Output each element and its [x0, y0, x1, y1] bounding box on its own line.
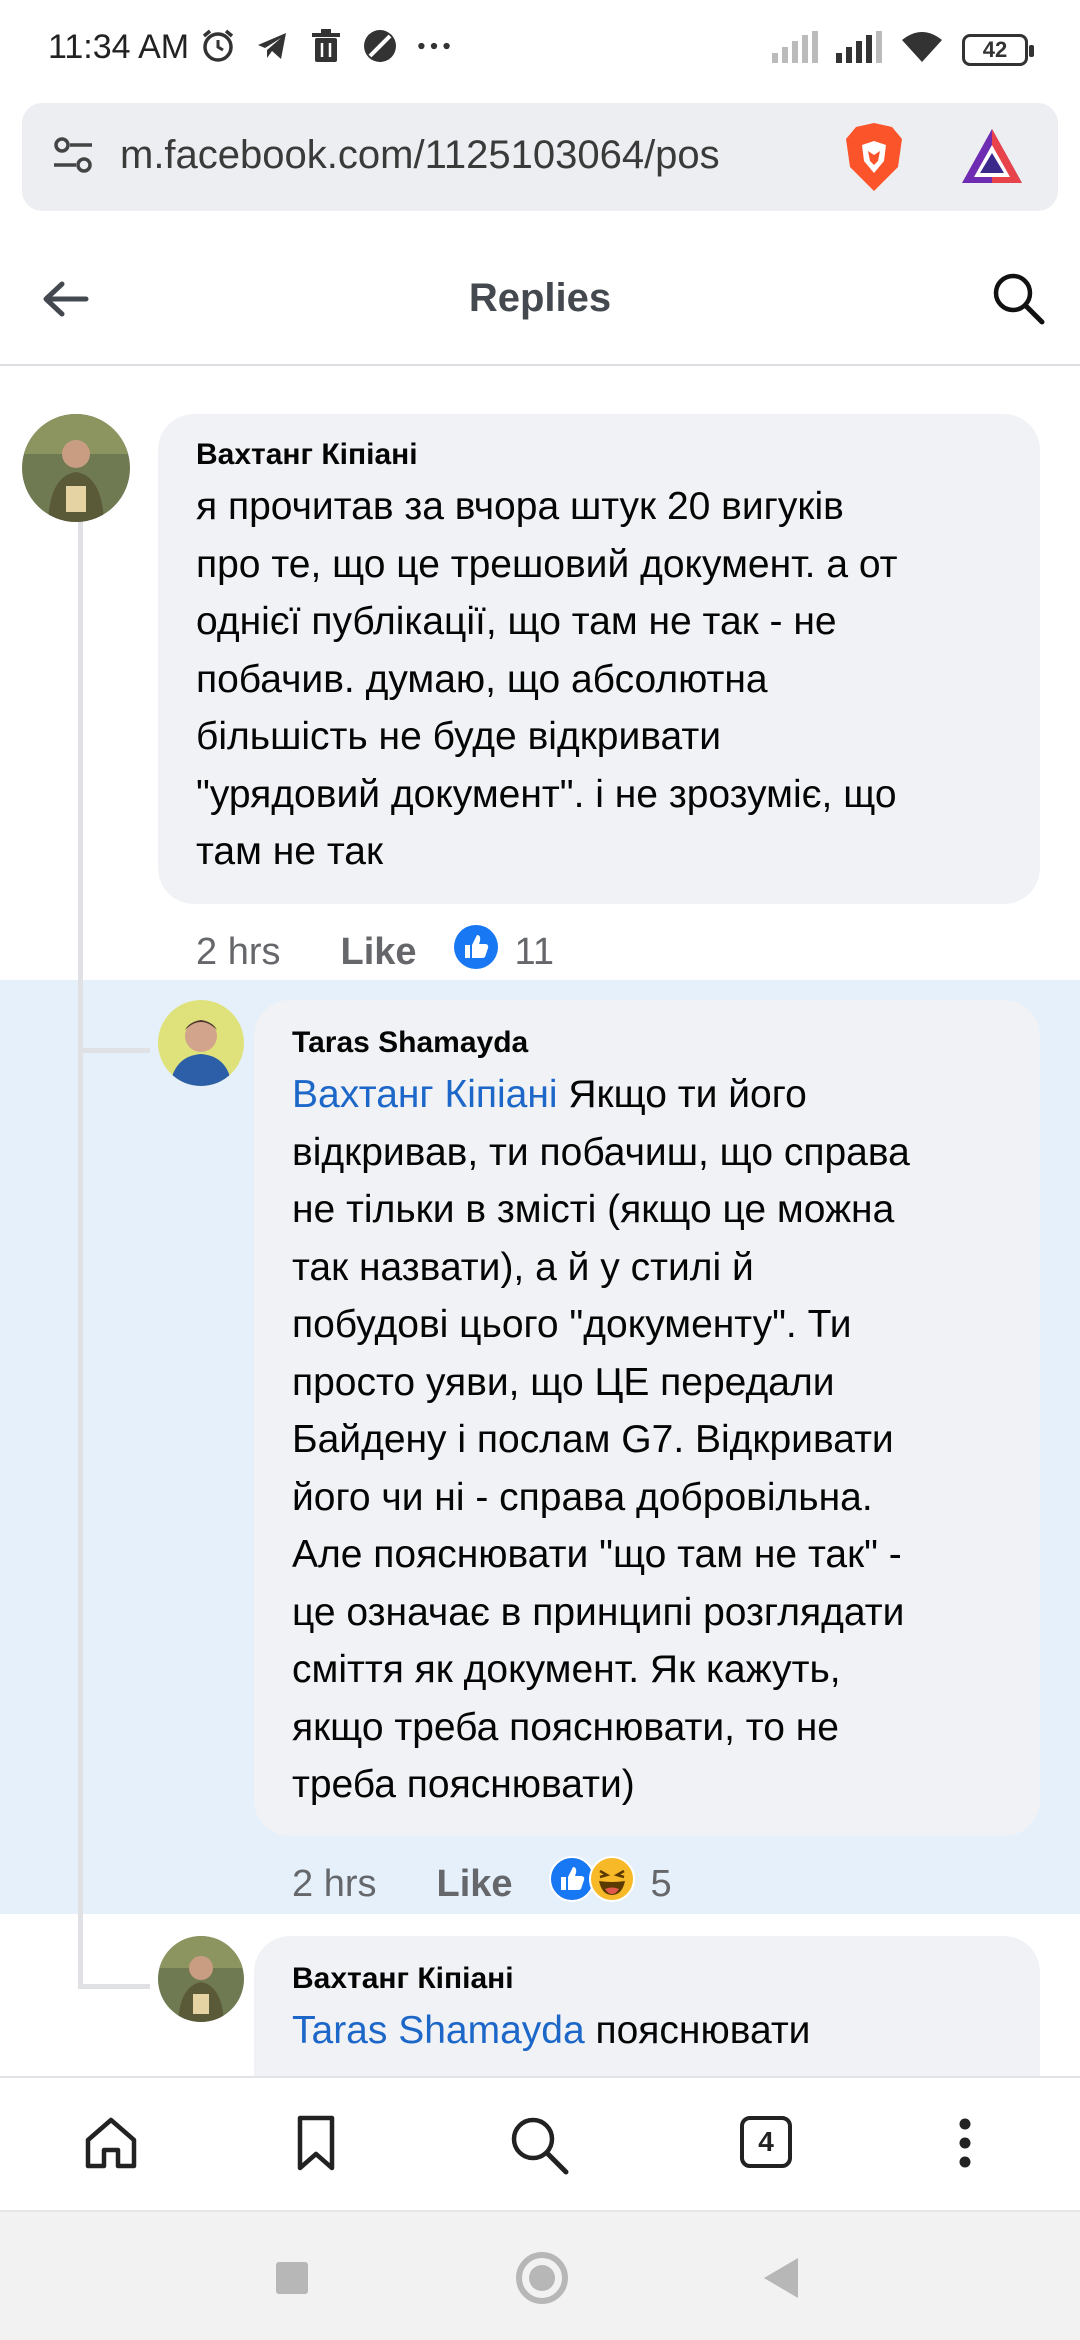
comment-line: Taras Shamayda пояснювати: [292, 2002, 1032, 2060]
telegram-icon: [254, 28, 290, 64]
comment-line: Вахтанг Кіпіані Якщо ти його: [292, 1066, 1032, 1124]
home-icon[interactable]: [82, 2114, 140, 2177]
comment-line: не тільки в змісті (якщо це можна: [292, 1188, 895, 1231]
comment-line: однієї публікації, що там не так - не: [196, 600, 837, 643]
status-time: 11:34 AM: [48, 28, 190, 66]
like-button[interactable]: Like: [340, 931, 416, 974]
brave-shields-icon[interactable]: [842, 121, 906, 198]
comment-line: відкривав, ти побачиш, що справа: [292, 1130, 910, 1174]
comment-line: його чи ні - справа добровільна.: [292, 1475, 873, 1519]
comment-bubble[interactable]: Taras Shamayda Вахтанг Кіпіані Якщо ти й…: [254, 1000, 1040, 1836]
signal-weak-icon: [772, 31, 818, 68]
comment-line: сміття як документ. Як кажуть,: [292, 1648, 841, 1691]
signal-icon: [836, 31, 882, 68]
back-button[interactable]: [764, 2258, 798, 2298]
comment-line: просто уяви, що ЦЕ передали: [292, 1360, 835, 1404]
comment-meta: 2 hrs Like 5: [292, 1856, 672, 1912]
haha-reaction-icon[interactable]: [588, 1856, 635, 1912]
comment-meta: 2 hrs Like 11: [196, 924, 554, 980]
site-settings-icon[interactable]: [50, 133, 96, 184]
comment-bubble[interactable]: Вахтанг Кіпіані я прочитав за вчора штук…: [158, 414, 1040, 904]
comment-author[interactable]: Вахтанг Кіпіані: [196, 438, 418, 472]
like-reaction-icon[interactable]: [453, 924, 499, 980]
thread-line: [78, 520, 83, 1988]
comment-line: я прочитав за вчора штук 20 вигуків: [196, 485, 844, 528]
comment-line: треба пояснювати): [292, 1763, 635, 1806]
battery-icon: 42: [962, 33, 1034, 66]
avatar[interactable]: [158, 1000, 244, 1086]
comment-author[interactable]: Taras Shamayda: [292, 1026, 528, 1060]
thread-branch: [78, 1048, 150, 1053]
comment-line-text: пояснювати: [584, 2009, 811, 2052]
comment-line: "урядовий документ". і не зрозуміє, що: [196, 772, 897, 816]
comment-time[interactable]: 2 hrs: [196, 931, 280, 974]
address-bar[interactable]: m.facebook.com/1125103064/pos: [22, 103, 1058, 211]
recents-button[interactable]: [276, 2262, 308, 2294]
thread-branch: [78, 1984, 150, 1989]
mention-link[interactable]: Taras Shamayda: [292, 2009, 585, 2052]
menu-dots-icon[interactable]: [958, 2118, 972, 2173]
comment-line-text: Якщо ти його: [557, 1073, 807, 1116]
search-icon[interactable]: [508, 2114, 570, 2181]
bookmark-icon[interactable]: [294, 2114, 338, 2177]
more-icon: [416, 28, 452, 64]
comment-line: якщо треба пояснювати, то не: [292, 1705, 839, 1749]
comment-author[interactable]: Вахтанг Кіпіані: [292, 1962, 514, 1996]
reaction-count[interactable]: 5: [651, 1863, 672, 1906]
notification-icons: [200, 28, 452, 64]
tabs-button[interactable]: 4: [740, 2116, 792, 2168]
system-icons: 42: [772, 30, 1034, 69]
brave-rewards-icon[interactable]: [960, 127, 1024, 190]
like-button[interactable]: Like: [436, 1863, 512, 1906]
comment-text: Вахтанг Кіпіані Якщо ти його відкривав, …: [292, 1066, 1032, 1814]
home-button[interactable]: [516, 2252, 568, 2304]
wifi-icon: [900, 30, 944, 69]
page-title: Replies: [468, 276, 612, 320]
comment-line: Байдену і послам G7. Відкривати: [292, 1418, 894, 1461]
avatar[interactable]: [158, 1936, 244, 2022]
comment-text: я прочитав за вчора штук 20 вигуків про …: [196, 478, 1026, 881]
comment-line: Але пояснювати "що там не так" -: [292, 1533, 902, 1576]
mention-link[interactable]: Вахтанг Кіпіані: [292, 1073, 558, 1116]
comment-time[interactable]: 2 hrs: [292, 1863, 376, 1906]
system-navigation-bar: [0, 2210, 1080, 2340]
comment-line: про те, що це трешовий документ. а от: [196, 542, 898, 586]
comment-line: побудові цього "документу". Ти: [292, 1303, 852, 1346]
avatar[interactable]: [22, 414, 130, 522]
url-text[interactable]: m.facebook.com/1125103064/pos: [120, 133, 860, 178]
reaction-count[interactable]: 11: [515, 931, 554, 974]
comment-line: це означає в принципі розглядати: [292, 1590, 905, 1634]
search-icon[interactable]: [990, 270, 1046, 331]
status-bar: 11:34 AM 42: [0, 0, 1080, 96]
comment-text: Taras Shamayda пояснювати: [292, 2002, 1032, 2060]
alarm-icon: [200, 28, 236, 64]
comment-line: більшість не буде відкривати: [196, 715, 722, 758]
trash-icon: [308, 28, 344, 64]
vpn-icon: [362, 28, 398, 64]
browser-toolbar: 4: [0, 2076, 1080, 2210]
replies-header: Replies: [0, 240, 1080, 366]
comment-line: побачив. думаю, що абсолютна: [196, 657, 768, 701]
comment-line: там не так: [196, 830, 384, 873]
comment-line: так назвати), а й у стилі й: [292, 1245, 754, 1289]
